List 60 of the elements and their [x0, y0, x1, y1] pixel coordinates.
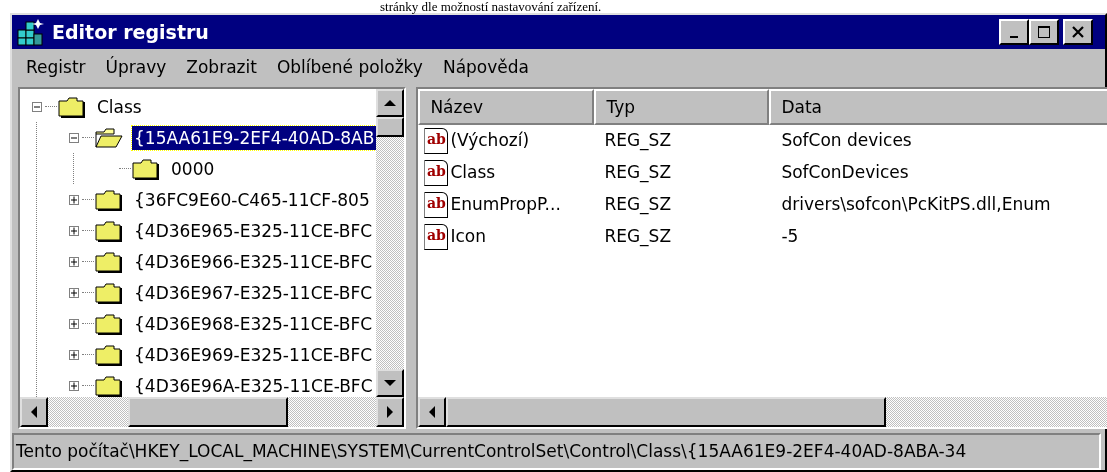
scroll-thumb[interactable] [446, 397, 887, 427]
menu-item[interactable]: Registr [18, 53, 94, 83]
background-text: stránky dle možností nastavování zařízení. [379, 0, 603, 13]
table-cell-text: -5 [780, 225, 799, 249]
left-arrow-icon [428, 406, 437, 418]
menu-item[interactable]: Úpravy [97, 53, 175, 83]
string-value-icon: ab [424, 192, 449, 218]
window-title: Editor registru [52, 19, 209, 45]
up-arrow-icon [384, 99, 397, 107]
tree-item[interactable]: {4D36E966-E325-11CE-BFC [132, 249, 375, 274]
table-cell-text: REG_SZ [603, 225, 673, 249]
tree-item[interactable]: 0000 [169, 156, 217, 181]
left-arrow-icon [30, 406, 38, 418]
tree-item[interactable]: Class [95, 94, 144, 119]
scroll-left-button[interactable] [20, 397, 48, 427]
minimize-icon [1009, 36, 1018, 38]
tree-item[interactable]: {15AA61E9-2EF4-40AD-8AB [132, 125, 377, 150]
value-name[interactable]: Icon [450, 224, 486, 250]
scroll-thumb[interactable] [128, 397, 288, 427]
column-header[interactable]: Data [769, 89, 1107, 125]
minimize-button[interactable] [998, 19, 1029, 45]
table-cell-text: SofCon devices [780, 129, 912, 153]
tree-item[interactable]: {4D36E965-E325-11CE-BFC [132, 218, 375, 243]
registry-cubes-icon [16, 18, 46, 46]
value-name[interactable]: EnumPropP... [450, 192, 561, 218]
tree-item[interactable]: {36FC9E60-C465-11CF-805 [132, 187, 372, 212]
tree-item[interactable]: {4D36E968-E325-11CE-BFC [132, 311, 375, 336]
scroll-thumb[interactable] [376, 117, 405, 137]
menu-item[interactable]: Zobrazit [178, 53, 265, 83]
status-path: Tento počítač\HKEY_LOCAL_MACHINE\SYSTEM\CurrentControlSet\Control\Class\{15AA61E9-2EF4-40AD-8ABA-34 [16, 439, 967, 464]
scroll-right-button[interactable] [376, 397, 405, 427]
value-name[interactable]: Class [450, 160, 496, 186]
close-icon [1071, 25, 1085, 39]
scroll-down-button[interactable] [376, 369, 405, 397]
menu-item[interactable]: Nápověda [434, 53, 537, 83]
table-cell-text: drivers\sofcon\PcKitPS.dll,Enum [780, 193, 1051, 217]
scroll-left-button[interactable] [418, 397, 447, 427]
string-value-icon: ab [424, 224, 449, 250]
string-value-icon: ab [424, 128, 449, 154]
menu-item[interactable]: Oblíbené položky [268, 53, 431, 83]
down-arrow-icon [384, 379, 397, 387]
maximize-icon [1036, 25, 1051, 39]
table-cell-text: REG_SZ [603, 161, 673, 185]
value-name[interactable]: (Výchozí) [450, 128, 530, 154]
vertical-scrollbar[interactable] [376, 89, 405, 397]
column-header[interactable]: Typ [594, 89, 770, 125]
maximize-button[interactable] [1028, 19, 1059, 45]
right-arrow-icon [386, 406, 395, 418]
tree-item[interactable]: {4D36E969-E325-11CE-BFC [132, 342, 375, 367]
horizontal-scrollbar[interactable] [20, 397, 405, 427]
table-cell-text: REG_SZ [603, 129, 673, 153]
table-cell-text: SofConDevices [780, 161, 909, 185]
tree-item[interactable]: {4D36E96A-E325-11CE-BFC [132, 373, 375, 397]
string-value-icon: ab [424, 160, 449, 186]
horizontal-scrollbar[interactable] [418, 397, 1107, 427]
tree-item[interactable]: {4D36E967-E325-11CE-BFC [132, 280, 375, 305]
close-button[interactable] [1063, 19, 1093, 45]
column-header[interactable]: Název [418, 89, 595, 125]
table-cell-text: REG_SZ [603, 193, 673, 217]
scroll-up-button[interactable] [376, 89, 405, 117]
